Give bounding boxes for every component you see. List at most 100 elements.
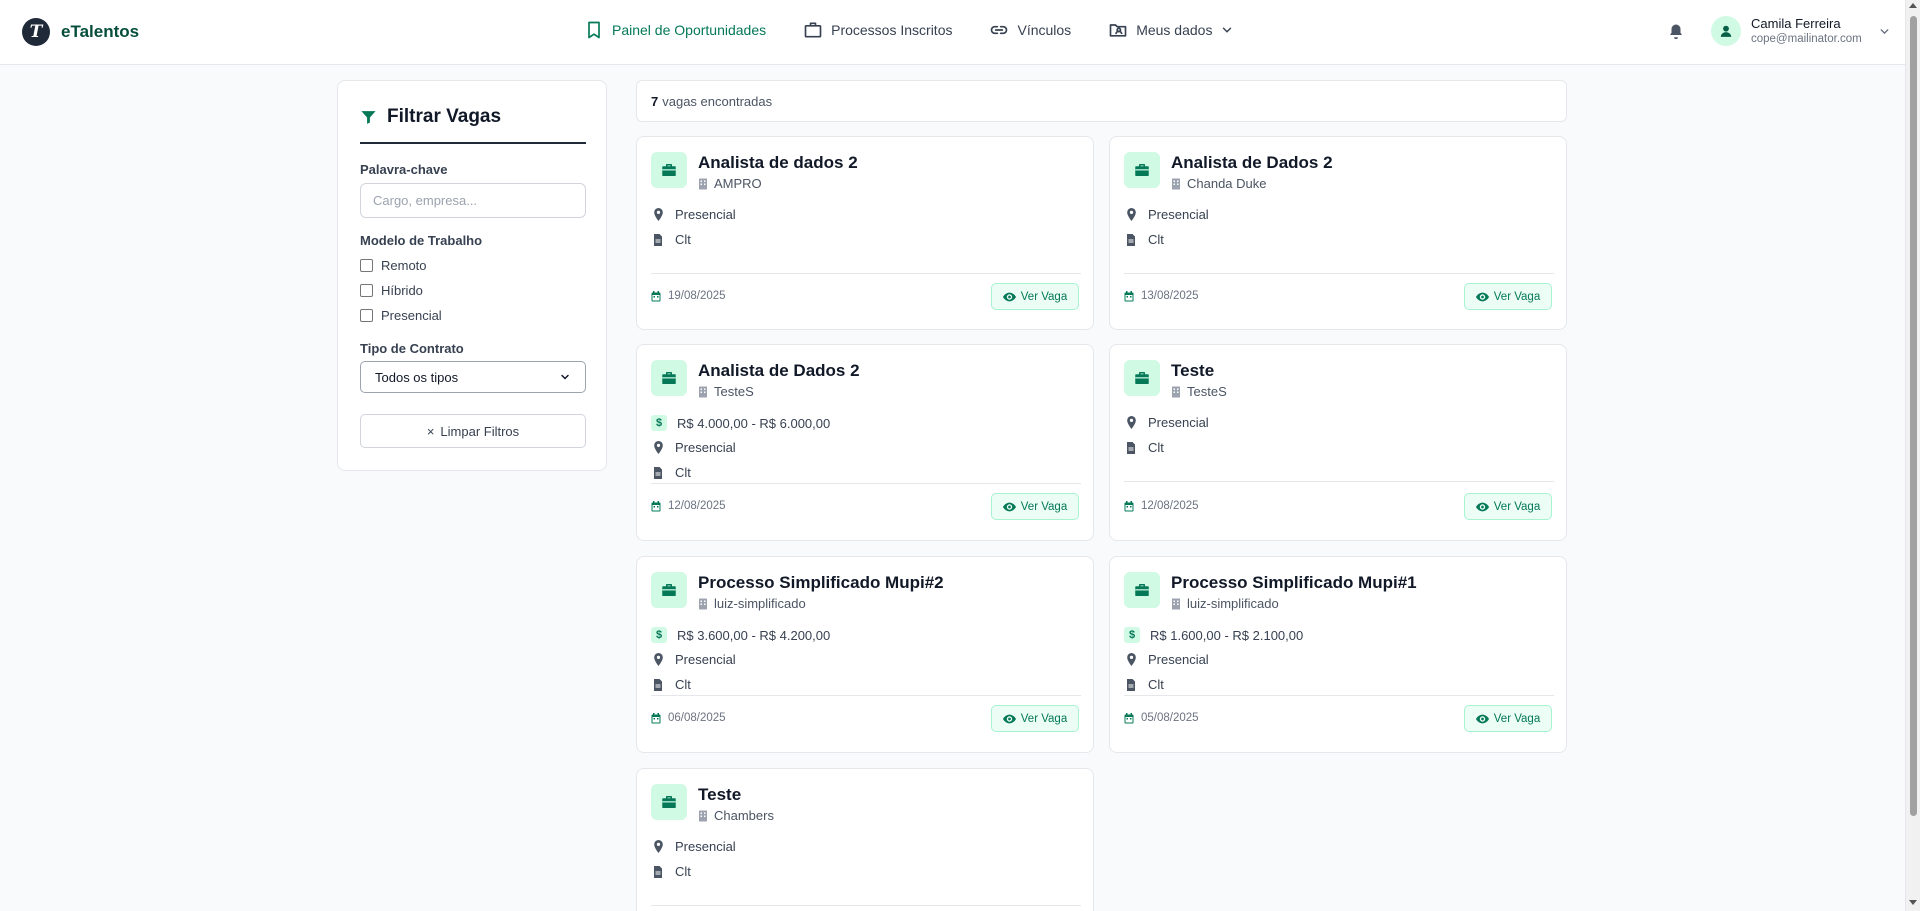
- salary-text: R$ 1.600,00 - R$ 2.100,00: [1150, 627, 1304, 643]
- user-icon: [1720, 25, 1732, 37]
- date-text: 13/08/2025: [1141, 290, 1199, 302]
- user-info: Camila Ferreira cope@mailinator.com: [1751, 16, 1862, 46]
- company-name: luiz-simplificado: [1187, 596, 1279, 611]
- ver-vaga-button[interactable]: Ver Vaga: [1464, 705, 1552, 732]
- checkbox[interactable]: [360, 309, 373, 322]
- job-card[interactable]: Analista de dados 2 AMPRO Presencial Clt 19/…: [636, 136, 1094, 330]
- job-card[interactable]: Teste Chambers Presencial Clt: [636, 768, 1094, 911]
- app-logo[interactable]: T eTalentos: [22, 18, 139, 46]
- building-icon: [699, 386, 707, 397]
- page-scrollbar[interactable]: [1905, 0, 1920, 911]
- contract-label: Tipo de Contrato: [360, 341, 464, 356]
- nav-label: Vínculos: [1017, 22, 1072, 38]
- nav-painel-oportunidades[interactable]: Painel de Oportunidades: [584, 20, 766, 40]
- date-text: 05/08/2025: [1141, 712, 1199, 724]
- salary-text: R$ 3.600,00 - R$ 4.200,00: [677, 627, 831, 643]
- scroll-down-arrow[interactable]: [1909, 900, 1917, 905]
- company-name: Chanda Duke: [1187, 176, 1267, 191]
- job-icon-badge: [1124, 572, 1160, 608]
- checkbox-hibrido[interactable]: Híbrido: [360, 283, 423, 298]
- contract-selected: Todos os tipos: [375, 369, 459, 385]
- building-icon: [1172, 386, 1180, 397]
- date-text: 19/08/2025: [668, 290, 726, 302]
- building-icon: [1172, 598, 1180, 609]
- job-icon-badge: [651, 784, 687, 820]
- job-title: Analista de Dados 2: [698, 361, 860, 380]
- keyword-input[interactable]: [360, 183, 586, 218]
- ver-vaga-label: Ver Vaga: [1493, 712, 1541, 725]
- job-modality: Presencial: [651, 440, 736, 455]
- ver-vaga-button[interactable]: Ver Vaga: [991, 705, 1079, 732]
- bell-icon[interactable]: [1667, 22, 1685, 42]
- checkbox-label: Remoto: [381, 258, 427, 273]
- contract-select[interactable]: Todos os tipos: [360, 361, 586, 393]
- results-count: 7: [651, 93, 659, 109]
- dollar-icon: $: [651, 627, 667, 643]
- job-contract: Clt: [651, 677, 691, 692]
- document-icon: [1127, 678, 1135, 691]
- ver-vaga-button[interactable]: Ver Vaga: [1464, 283, 1552, 310]
- calendar-icon: [1124, 500, 1134, 511]
- job-modality: Presencial: [651, 839, 736, 854]
- modality-text: Presencial: [675, 440, 736, 455]
- map-pin-icon: [653, 441, 663, 454]
- ver-vaga-button[interactable]: Ver Vaga: [1464, 493, 1552, 520]
- checkbox-presencial[interactable]: Presencial: [360, 308, 442, 323]
- ver-vaga-button[interactable]: Ver Vaga: [991, 493, 1079, 520]
- checkbox[interactable]: [360, 284, 373, 297]
- job-icon-badge: [1124, 360, 1160, 396]
- checkbox[interactable]: [360, 259, 373, 272]
- user-email: cope@mailinator.com: [1751, 33, 1862, 45]
- job-salary: $ R$ 1.600,00 - R$ 2.100,00: [1124, 627, 1303, 643]
- job-title: Analista de Dados 2: [1171, 153, 1333, 172]
- ver-vaga-label: Ver Vaga: [1020, 500, 1068, 513]
- ver-vaga-button[interactable]: Ver Vaga: [991, 283, 1079, 310]
- job-contract: Clt: [1124, 232, 1164, 247]
- user-menu[interactable]: Camila Ferreira cope@mailinator.com: [1711, 16, 1891, 46]
- eye-icon: [1002, 502, 1016, 511]
- job-card[interactable]: Processo Simplificado Mupi#2 luiz-simplif…: [636, 556, 1094, 753]
- close-icon: ×: [426, 423, 435, 439]
- job-date: 13/08/2025: [1124, 290, 1199, 302]
- company-name: Chambers: [714, 808, 774, 823]
- scroll-up-arrow[interactable]: [1909, 3, 1917, 8]
- job-card[interactable]: Processo Simplificado Mupi#1 luiz-simplif…: [1109, 556, 1567, 753]
- ver-vaga-label: Ver Vaga: [1020, 712, 1068, 725]
- job-modality: Presencial: [651, 207, 736, 222]
- job-date: 12/08/2025: [1124, 500, 1199, 512]
- results-count-bar: 7 vagas encontradas: [636, 80, 1567, 122]
- job-salary: $ R$ 4.000,00 - R$ 6.000,00: [651, 415, 830, 431]
- scroll-thumb[interactable]: [1910, 16, 1917, 816]
- modality-text: Presencial: [1148, 652, 1209, 667]
- filter-panel: Filtrar Vagas Palavra-chave Modelo de Tr…: [337, 80, 607, 471]
- document-icon: [1127, 441, 1135, 454]
- modality-text: Presencial: [675, 652, 736, 667]
- job-date: 05/08/2025: [1124, 712, 1199, 724]
- nav-meus-dados[interactable]: Meus dados: [1108, 20, 1234, 40]
- nav-processos-inscritos[interactable]: Processos Inscritos: [803, 20, 952, 40]
- job-company: luiz-simplificado: [698, 596, 806, 611]
- eye-icon: [1475, 502, 1489, 511]
- company-name: AMPRO: [714, 176, 762, 191]
- calendar-icon: [651, 712, 661, 723]
- clear-filters-button[interactable]: × Limpar Filtros: [360, 414, 586, 448]
- modality-text: Presencial: [1148, 415, 1209, 430]
- job-company: Chanda Duke: [1171, 176, 1267, 191]
- job-card[interactable]: Analista de Dados 2 Chanda Duke Presencial…: [1109, 136, 1567, 330]
- nav-vinculos[interactable]: Vínculos: [989, 20, 1071, 40]
- document-icon: [654, 678, 662, 691]
- document-icon: [654, 233, 662, 246]
- divider: [1124, 481, 1554, 482]
- contract-text: Clt: [675, 465, 691, 480]
- job-card[interactable]: Teste TesteS Presencial Clt 12/08/2025 Ver Va…: [1109, 344, 1567, 541]
- map-pin-icon: [1126, 208, 1136, 221]
- modality-text: Presencial: [675, 207, 736, 222]
- job-contract: Clt: [1124, 677, 1164, 692]
- briefcase-icon: [804, 22, 822, 38]
- job-company: luiz-simplificado: [1171, 596, 1279, 611]
- checkbox-remoto[interactable]: Remoto: [360, 258, 427, 273]
- clear-filters-label: Limpar Filtros: [440, 423, 520, 439]
- divider: [651, 905, 1081, 906]
- eye-icon: [1002, 292, 1016, 301]
- job-card[interactable]: Analista de Dados 2 TesteS $ R$ 4.000,00 - …: [636, 344, 1094, 541]
